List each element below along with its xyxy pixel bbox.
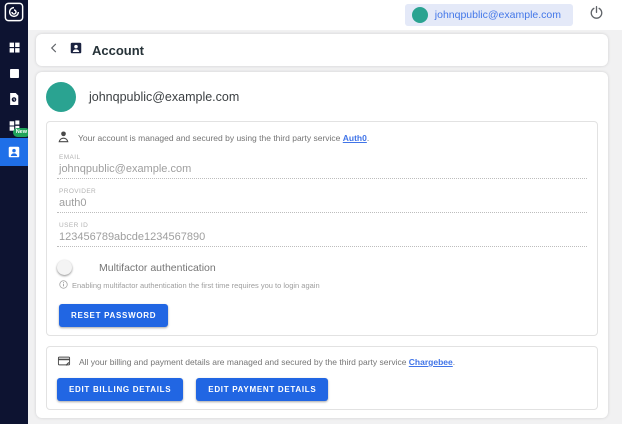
app-logo[interactable] <box>0 0 28 28</box>
power-icon <box>589 5 604 25</box>
auth-notice: Your account is managed and secured by u… <box>57 130 587 145</box>
user-email: johnqpublic@example.com <box>435 9 561 21</box>
provider-field-value[interactable]: auth0 <box>59 197 587 209</box>
nav-item-account[interactable] <box>0 138 28 166</box>
nav-item-panel[interactable] <box>0 60 28 86</box>
chargebee-link[interactable]: Chargebee <box>409 357 453 367</box>
square-icon <box>8 67 21 80</box>
dashboard-grid-icon <box>8 41 21 54</box>
logout-button[interactable] <box>589 5 604 25</box>
user-avatar <box>412 7 428 23</box>
account-person-icon <box>7 145 21 159</box>
page-title: Account <box>92 43 144 58</box>
email-field-label: EMAIL <box>59 154 587 161</box>
mfa-hint-text: Enabling multifactor authentication the … <box>72 281 320 290</box>
email-field: EMAIL johnqpublic@example.com <box>57 154 587 179</box>
logo-spiral-icon <box>4 2 24 27</box>
profile-row: johnqpublic@example.com <box>44 80 600 121</box>
mfa-hint: Enabling multifactor authentication the … <box>57 280 587 291</box>
user-account-chip[interactable]: johnqpublic@example.com <box>405 4 573 26</box>
back-button[interactable] <box>48 41 60 59</box>
auth-notice-text: Your account is managed and secured by u… <box>78 133 369 143</box>
billing-buttons: EDIT BILLING DETAILS EDIT PAYMENT DETAIL… <box>57 378 587 401</box>
credit-card-edit-icon <box>57 355 71 369</box>
account-card: johnqpublic@example.com Your account is … <box>36 72 608 418</box>
edit-billing-details-button[interactable]: EDIT BILLING DETAILS <box>57 378 183 401</box>
document-clock-icon <box>8 92 20 106</box>
user-id-field-label: USER ID <box>59 222 587 229</box>
nav-item-apps[interactable]: New <box>0 112 28 138</box>
auth-section: Your account is managed and secured by u… <box>46 121 598 336</box>
user-id-field-value[interactable]: 123456789abcde1234567890 <box>59 231 587 243</box>
auth0-link[interactable]: Auth0 <box>343 133 367 143</box>
provider-field: PROVIDER auth0 <box>57 188 587 213</box>
info-icon <box>59 280 68 291</box>
billing-notice: All your billing and payment details are… <box>57 355 587 369</box>
nav-item-dashboard[interactable] <box>0 34 28 60</box>
page-header: Account <box>36 34 608 66</box>
account-badge-icon <box>69 41 83 60</box>
person-icon <box>57 130 70 145</box>
email-field-value[interactable]: johnqpublic@example.com <box>59 163 587 175</box>
profile-avatar <box>46 82 76 112</box>
provider-field-label: PROVIDER <box>59 188 587 195</box>
profile-email: johnqpublic@example.com <box>89 90 239 104</box>
nav-item-documents[interactable] <box>0 86 28 112</box>
chevron-left-icon <box>48 41 60 59</box>
mfa-label: Multifactor authentication <box>99 262 216 274</box>
mfa-row: Multifactor authentication <box>57 262 587 274</box>
billing-notice-text: All your billing and payment details are… <box>79 357 455 367</box>
user-id-field: USER ID 123456789abcde1234567890 <box>57 222 587 247</box>
reset-password-button[interactable]: RESET PASSWORD <box>59 304 168 327</box>
billing-section: All your billing and payment details are… <box>46 346 598 410</box>
topbar: johnqpublic@example.com <box>28 0 622 30</box>
sidebar: New <box>0 0 28 424</box>
mfa-toggle[interactable] <box>59 263 83 273</box>
edit-payment-details-button[interactable]: EDIT PAYMENT DETAILS <box>196 378 328 401</box>
content-area: Account johnqpublic@example.com Your acc… <box>28 30 622 424</box>
